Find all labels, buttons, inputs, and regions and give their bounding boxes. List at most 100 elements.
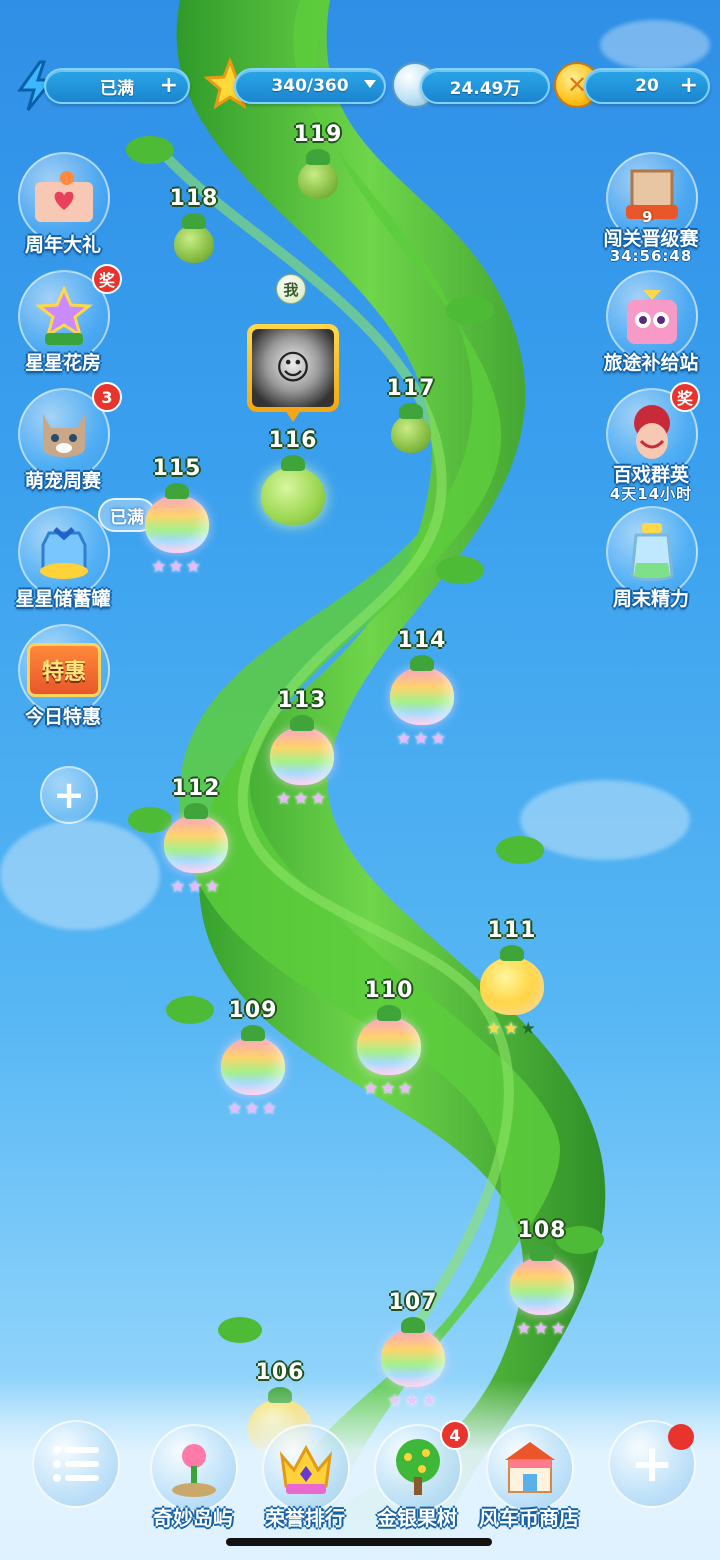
star-rating: ★★★ — [516, 1319, 568, 1339]
count-badge: 4 — [440, 1420, 470, 1450]
star-rating: ★★★ — [363, 1079, 415, 1099]
level-node[interactable]: 109 ★★★ — [208, 998, 298, 1119]
side-label: 星星储蓄罐 — [15, 588, 111, 610]
side-button-level-promotion[interactable]: 9 闯关晋级赛 34:56:48 — [596, 152, 706, 265]
rainbow-fruit-icon — [145, 483, 209, 553]
coins-value: 20 — [635, 76, 659, 96]
notification-dot — [668, 1424, 694, 1450]
level-node[interactable]: 112 ★★★ — [151, 776, 241, 897]
side-label: 旅途补给站 — [603, 352, 699, 374]
plus-icon[interactable]: + — [680, 74, 698, 98]
star-rating: ★★★ — [227, 1099, 279, 1119]
level-number: 118 — [169, 186, 219, 211]
level-number: 119 — [293, 122, 343, 147]
countdown-timer: 34:56:48 — [609, 247, 693, 265]
expand-plus-button[interactable]: + — [40, 766, 98, 824]
current-fruit-icon — [261, 455, 325, 525]
level-number: 109 — [228, 998, 278, 1023]
side-button-star-savings-jar[interactable]: 已满 星星储蓄罐 — [8, 498, 156, 616]
island-flower-icon — [150, 1424, 238, 1512]
level-node[interactable]: 114 ★★★ — [377, 628, 467, 749]
side-button-daily-deal[interactable]: 特惠 今日特惠 — [8, 624, 118, 734]
chevron-down-icon[interactable] — [364, 80, 376, 88]
level-node[interactable]: 115 ★★★ — [132, 456, 222, 577]
rainbow-fruit-icon — [164, 803, 228, 873]
dock-menu-button[interactable] — [20, 1420, 130, 1530]
menu-list-icon — [32, 1420, 120, 1508]
dock-gold-silver-tree[interactable]: 4 金银果树 — [362, 1420, 472, 1534]
me-marker: 我 — [276, 274, 306, 304]
level-node[interactable]: 108 ★★★ — [497, 1218, 587, 1339]
locked-fruit-icon — [391, 403, 431, 453]
side-button-opera-heroes[interactable]: 奖 百戏群英 4天14小时 — [596, 382, 706, 503]
level-node[interactable]: 110 ★★★ — [344, 978, 434, 1099]
plus-icon[interactable]: + — [160, 74, 178, 98]
level-number: 110 — [364, 978, 414, 1003]
player-avatar[interactable]: ☺ — [247, 324, 339, 422]
level-node[interactable]: 113 ★★★ — [257, 688, 347, 809]
rainbow-fruit-icon — [390, 655, 454, 725]
side-button-pet-weekly[interactable]: 3 萌宠周赛 — [8, 382, 122, 498]
star-rating: ★★★ — [486, 1019, 538, 1039]
dock-label: 荣誉排行 — [265, 1506, 345, 1530]
level-number: 107 — [388, 1290, 438, 1315]
gold-fruit-icon — [480, 945, 544, 1015]
stars-pill[interactable]: 340/360 — [234, 68, 386, 104]
level-node[interactable]: 119 — [273, 122, 363, 199]
bubbles-value: 24.49万 — [449, 78, 521, 99]
level-node[interactable]: 111 ★★★ — [467, 918, 557, 1039]
bubbles-pill[interactable]: 24.49万 — [420, 68, 550, 104]
level-number: 111 — [487, 918, 537, 943]
rainbow-fruit-icon — [510, 1245, 574, 1315]
crown-icon — [262, 1424, 350, 1512]
count-badge: 3 — [92, 382, 122, 412]
reward-badge: 奖 — [670, 382, 700, 412]
side-label: 周年大礼 — [24, 234, 101, 256]
shop-icon — [486, 1424, 574, 1512]
coins-pill[interactable]: 20 + — [584, 68, 710, 104]
locked-fruit-icon — [174, 213, 214, 263]
level-number: 116 — [268, 428, 318, 453]
energy-pill[interactable]: 已满 + — [44, 68, 190, 104]
side-button-travel-supply[interactable]: 旅途补给站 — [596, 270, 706, 380]
dock-honor-ranking[interactable]: 荣誉排行 — [250, 1424, 360, 1534]
dock-wonder-island[interactable]: 奇妙岛屿 — [138, 1424, 248, 1534]
level-number: 117 — [386, 376, 436, 401]
level-node-current[interactable]: 116 — [248, 428, 338, 525]
home-indicator — [226, 1538, 492, 1546]
dock-label: 金银果树 — [377, 1506, 457, 1530]
star-rating: ★★★ — [396, 729, 448, 749]
rainbow-fruit-icon — [270, 715, 334, 785]
offer-sign: 特惠 — [27, 643, 101, 697]
dock-label: 风车币商店 — [479, 1506, 579, 1530]
level-node[interactable]: 118 — [149, 186, 239, 263]
level-number: 114 — [397, 628, 447, 653]
side-button-anniversary-gift[interactable]: 周年大礼 — [8, 152, 118, 262]
level-number: 115 — [152, 456, 202, 481]
side-button-star-flower-house[interactable]: 奖 星星花房 — [8, 264, 122, 380]
star-rating: ★★★ — [170, 877, 222, 897]
reward-badge: 奖 — [92, 264, 122, 294]
rainbow-fruit-icon — [381, 1317, 445, 1387]
level-number: 113 — [277, 688, 327, 713]
energy-value: 已满 — [100, 78, 134, 99]
star-rating: ★★★ — [276, 789, 328, 809]
avatar-face-icon: ☺ — [252, 329, 334, 407]
rainbow-fruit-icon — [357, 1005, 421, 1075]
side-label: 今日特惠 — [24, 706, 101, 728]
level-node[interactable]: 117 — [366, 376, 456, 453]
dock-plus-button[interactable]: + — [596, 1420, 706, 1530]
side-label: 萌宠周赛 — [24, 470, 101, 492]
level-number: 112 — [171, 776, 221, 801]
stars-value: 340/360 — [271, 76, 349, 96]
locked-fruit-icon — [298, 149, 338, 199]
star-rating: ★★★ — [151, 557, 203, 577]
side-button-weekend-energy[interactable]: 周末精力 — [596, 506, 706, 616]
level-number: 108 — [517, 1218, 567, 1243]
dock-label: 奇妙岛屿 — [153, 1506, 233, 1530]
dock-pinwheel-shop[interactable]: 风车币商店 — [474, 1424, 584, 1534]
countdown-timer: 4天14小时 — [609, 485, 693, 503]
side-label: 周末精力 — [612, 588, 689, 610]
side-label: 星星花房 — [24, 352, 101, 374]
rainbow-fruit-icon — [221, 1025, 285, 1095]
